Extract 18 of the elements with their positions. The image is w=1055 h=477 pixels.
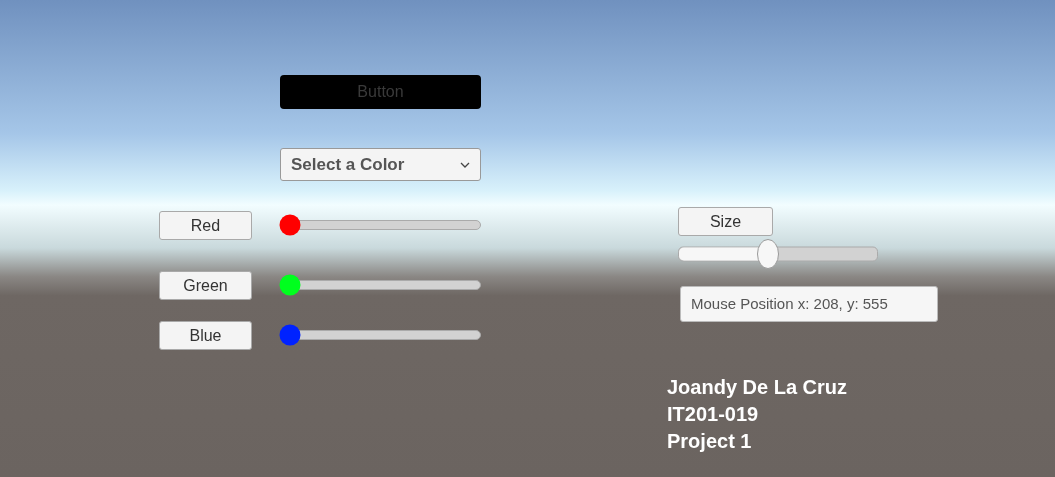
color-button[interactable]: Green xyxy=(159,270,252,300)
size-button[interactable]: Size xyxy=(678,207,773,236)
credit-text: Joandy De La Cruz xyxy=(667,375,849,400)
chevron-down-icon xyxy=(460,161,470,168)
color-button[interactable]: Red xyxy=(159,210,252,240)
slider-thumb[interactable] xyxy=(279,324,301,346)
mouse-position-label: Mouse Position x: 208, y: 555 xyxy=(680,286,938,322)
slider[interactable] xyxy=(280,214,481,236)
color-dropdown[interactable]: Select a Color xyxy=(280,148,481,181)
credit-text: IT201-019 xyxy=(667,402,760,427)
color-button[interactable]: Blue xyxy=(159,320,252,350)
slider[interactable] xyxy=(678,239,878,269)
slider[interactable] xyxy=(280,324,481,346)
credit-text: Project 1 xyxy=(667,429,753,454)
slider[interactable] xyxy=(280,274,481,296)
slider-thumb[interactable] xyxy=(279,214,301,236)
slider-thumb[interactable] xyxy=(279,274,301,296)
slider-thumb[interactable] xyxy=(757,239,780,269)
